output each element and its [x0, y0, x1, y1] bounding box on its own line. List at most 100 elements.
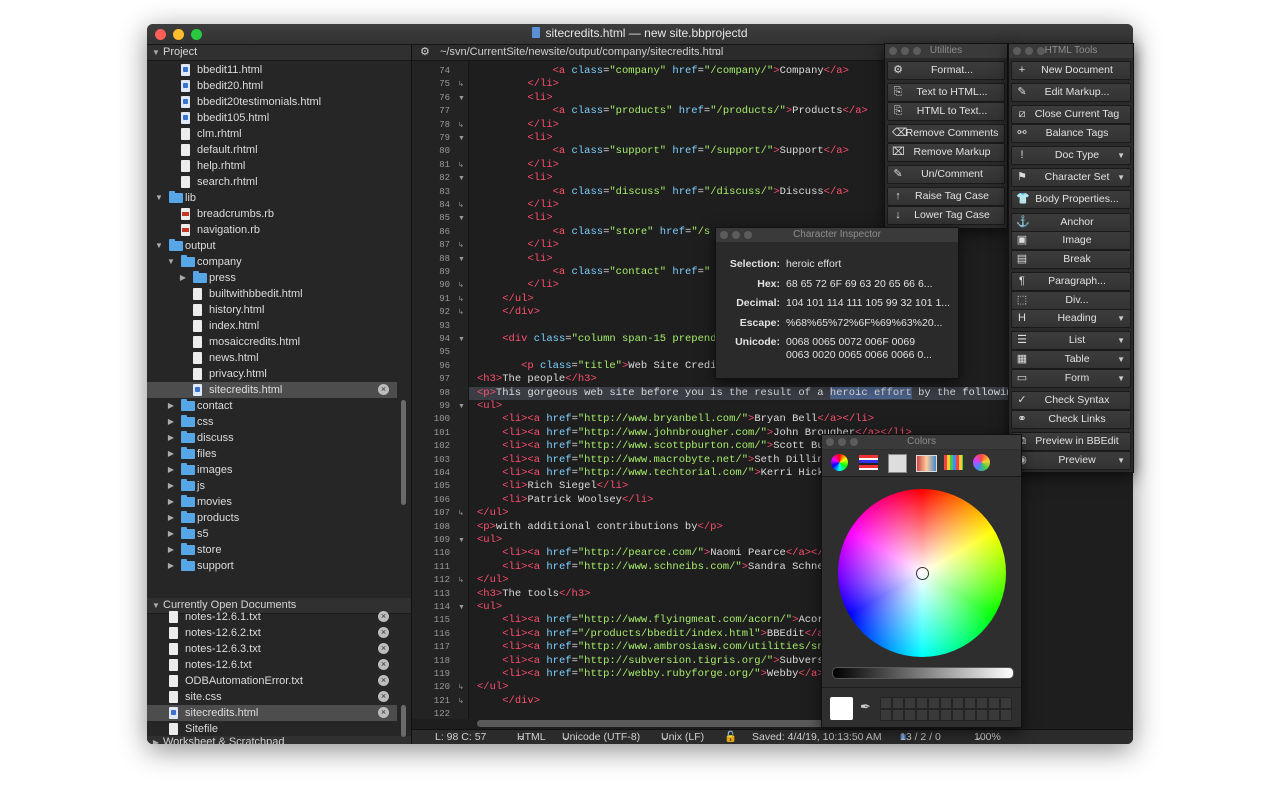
empty-color-swatch[interactable] — [880, 697, 892, 709]
html-tool-button[interactable]: + New Document — [1011, 61, 1131, 80]
fold-end-icon[interactable]: ↳ — [458, 574, 464, 587]
html-tool-button[interactable]: ⚓ Anchor — [1011, 213, 1131, 232]
empty-color-swatch[interactable] — [988, 697, 1000, 709]
disclosure-closed-icon[interactable]: ▶ — [166, 398, 176, 414]
html-tool-button[interactable]: ⬚ Div... — [1011, 291, 1131, 310]
open-document-item[interactable]: ODBAutomationError.txt × — [147, 673, 397, 689]
code-line[interactable]: <li>Patrick Woolsey</li> — [469, 494, 653, 507]
html-tool-button[interactable]: 👕 Body Properties... — [1011, 190, 1131, 209]
sidebar-item[interactable]: bbedit105.html — [147, 110, 397, 126]
fold-open-icon[interactable]: ▼ — [458, 253, 465, 266]
open-document-item[interactable]: notes-12.6.txt × — [147, 657, 397, 673]
fold-end-icon[interactable]: ↳ — [458, 239, 464, 252]
fold-end-icon[interactable]: ↳ — [458, 306, 464, 319]
code-line[interactable]: <p>with additional contributions by</p> — [469, 521, 723, 534]
open-document-item[interactable]: Sitefile — [147, 721, 397, 737]
palette-minimize-button[interactable] — [838, 438, 846, 446]
sidebar-item[interactable]: ▶ press — [147, 270, 397, 286]
empty-color-swatch[interactable] — [940, 697, 952, 709]
html-tool-button[interactable]: ⚯ Balance Tags — [1011, 124, 1131, 143]
utility-button[interactable]: ⚙ Format... — [887, 61, 1005, 80]
code-line[interactable]: <h3>The tools</h3> — [469, 588, 590, 601]
fold-end-icon[interactable]: ↳ — [458, 279, 464, 292]
disclosure-closed-icon[interactable]: ▶ — [166, 558, 176, 574]
pencils-mode-icon[interactable] — [944, 455, 963, 470]
fold-end-icon[interactable]: ↳ — [458, 199, 464, 212]
code-line[interactable]: </li> — [469, 119, 559, 132]
fold-open-icon[interactable]: ▼ — [458, 400, 465, 413]
code-line[interactable]: <li> — [469, 253, 552, 266]
image-palettes-mode-icon[interactable] — [916, 455, 937, 472]
sidebar-item[interactable]: ▶ js — [147, 478, 397, 494]
code-line[interactable]: <div class="column span-15 prepend-2 f — [469, 333, 742, 346]
code-line[interactable] — [469, 708, 477, 719]
project-section-header[interactable]: ▼ Project — [147, 45, 411, 61]
code-line[interactable]: <a class="discuss" href="/discuss/">Disc… — [469, 186, 849, 199]
sidebar-item[interactable]: ▶ css — [147, 414, 397, 430]
utility-button[interactable]: ↑ Raise Tag Case — [887, 187, 1005, 206]
code-line[interactable]: <ul> — [469, 601, 502, 614]
html-tool-button[interactable]: ⧉Preview in BBEdit — [1011, 432, 1131, 451]
sidebar-item[interactable]: ▶ store — [147, 542, 397, 558]
sidebar-item[interactable]: news.html — [147, 350, 397, 366]
html-tools-title-bar[interactable]: HTML Tools — [1009, 44, 1133, 58]
fold-open-icon[interactable]: ▼ — [458, 333, 465, 346]
palette-close-button[interactable] — [889, 47, 897, 55]
sidebar-item[interactable]: navigation.rb — [147, 222, 397, 238]
code-line[interactable]: <ul> — [469, 400, 502, 413]
code-line[interactable]: <li><a href="http://www.ambrosiasw.com/u… — [469, 641, 855, 654]
cursor-position[interactable]: L: 98 C: 57 — [435, 730, 486, 744]
palette-zoom-button[interactable] — [1037, 47, 1045, 55]
sidebar-item[interactable]: ▶ files — [147, 446, 397, 462]
fold-open-icon[interactable]: ▼ — [458, 534, 465, 547]
html-tool-button[interactable]: ⧄ Close Current Tag — [1011, 105, 1131, 124]
code-line[interactable]: </li> — [469, 159, 559, 172]
html-tool-button[interactable]: ⚭ Check Links — [1011, 410, 1131, 429]
code-line[interactable]: </div> — [469, 695, 540, 708]
palette-zoom-button[interactable] — [913, 47, 921, 55]
code-line[interactable]: </li> — [469, 239, 559, 252]
html-tool-button[interactable]: ▦ Table ▼ — [1011, 350, 1131, 369]
disclosure-closed-icon[interactable]: ▶ — [166, 478, 176, 494]
code-line[interactable]: <li> — [469, 132, 552, 145]
code-line[interactable]: <li><a href="http://pearce.com/">Naomi P… — [469, 547, 842, 560]
code-line[interactable]: </ul> — [469, 574, 509, 587]
html-tool-button[interactable]: ✎ Edit Markup... — [1011, 83, 1131, 102]
sidebar-item[interactable]: ▶ contact — [147, 398, 397, 414]
disclosure-closed-icon[interactable]: ▶ — [166, 542, 176, 558]
palette-minimize-button[interactable] — [732, 231, 740, 239]
palette-minimize-button[interactable] — [1025, 47, 1033, 55]
code-line[interactable]: </li> — [469, 199, 559, 212]
empty-color-swatch[interactable] — [976, 709, 988, 721]
utilities-title-bar[interactable]: Utilities — [885, 44, 1007, 58]
code-line[interactable]: <a class="contact" href=" — [469, 266, 711, 279]
html-tool-button[interactable]: ! Doc Type ▼ — [1011, 146, 1131, 165]
inspector-value[interactable]: heroic effort — [786, 258, 841, 270]
sidebar-item[interactable]: ▶ movies — [147, 494, 397, 510]
code-line[interactable]: <li><a href="http://www.techtorial.com/"… — [469, 467, 855, 480]
code-line[interactable]: <ul> — [469, 534, 502, 547]
sidebar-item[interactable]: default.rhtml — [147, 142, 397, 158]
code-line[interactable]: <li><a href="http://www.scottpburton.com… — [469, 440, 855, 453]
disclosure-closed-icon[interactable]: ▶ — [166, 510, 176, 526]
disclosure-closed-icon[interactable]: ▶ — [166, 446, 176, 462]
open-document-item[interactable]: notes-12.6.3.txt × — [147, 641, 397, 657]
empty-color-swatch[interactable] — [904, 709, 916, 721]
html-tool-button[interactable]: ◉Preview▼ — [1011, 451, 1131, 470]
empty-color-swatch[interactable] — [976, 697, 988, 709]
disclosure-closed-icon[interactable]: ▶ — [166, 494, 176, 510]
empty-color-swatch[interactable] — [928, 709, 940, 721]
sidebar-item[interactable]: bbedit20.html — [147, 78, 397, 94]
close-document-icon[interactable]: × — [378, 675, 389, 686]
code-line[interactable]: <li> — [469, 212, 552, 225]
sidebar-item[interactable]: mosaiccredits.html — [147, 334, 397, 350]
sidebar-item[interactable]: privacy.html — [147, 366, 397, 382]
palette-close-button[interactable] — [720, 231, 728, 239]
fold-end-icon[interactable]: ↳ — [458, 293, 464, 306]
code-line[interactable]: </div> — [469, 306, 540, 319]
sidebar-item[interactable]: history.html — [147, 302, 397, 318]
code-line[interactable]: <a class="company" href="/company/">Comp… — [469, 65, 849, 78]
close-document-icon[interactable]: × — [378, 384, 389, 395]
disclosure-closed-icon[interactable]: ▶ — [166, 462, 176, 478]
code-line[interactable] — [469, 346, 477, 359]
